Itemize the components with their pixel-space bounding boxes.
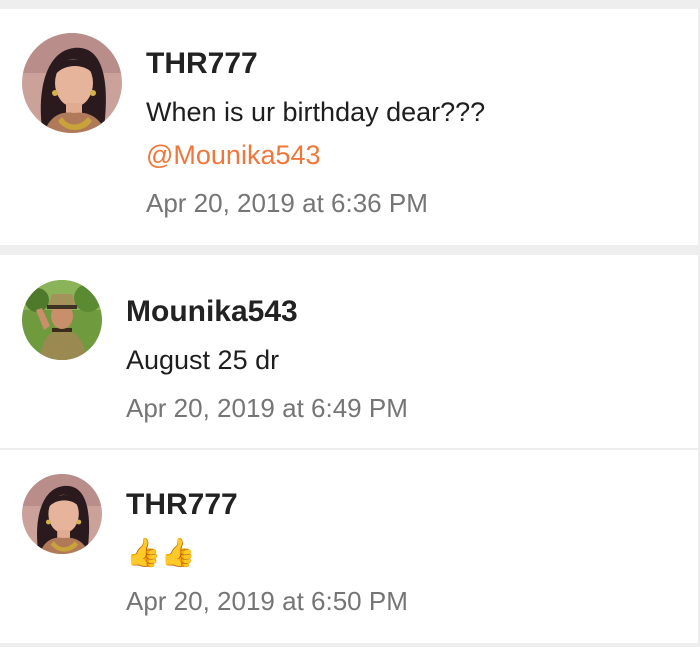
user-avatar[interactable] <box>22 33 122 133</box>
thumbs-up-icon: 👍👍 <box>126 536 196 569</box>
comment-text: August 25 dr <box>126 345 280 375</box>
user-avatar[interactable] <box>22 280 102 360</box>
comment-timestamp: Apr 20, 2019 at 6:49 PM <box>126 393 408 423</box>
comment-item: THR777 👍👍 Apr 20, 2019 at 6:50 PM <box>0 450 698 643</box>
comment-timestamp: Apr 20, 2019 at 6:36 PM <box>146 188 428 218</box>
comment-text: When is ur birthday dear??? <box>146 97 486 127</box>
mention-link[interactable]: @Mounika543 <box>146 140 321 171</box>
comment-username[interactable]: THR777 <box>146 47 258 81</box>
comment-timestamp: Apr 20, 2019 at 6:50 PM <box>126 586 408 616</box>
comment-item: Mounika543 August 25 dr Apr 20, 2019 at … <box>0 255 698 448</box>
comment-item: THR777 When is ur birthday dear??? @Moun… <box>0 9 698 245</box>
comment-username[interactable]: Mounika543 <box>126 295 298 329</box>
user-avatar[interactable] <box>22 474 102 554</box>
comment-thread: THR777 When is ur birthday dear??? @Moun… <box>0 0 700 647</box>
comment-username[interactable]: THR777 <box>126 488 238 522</box>
